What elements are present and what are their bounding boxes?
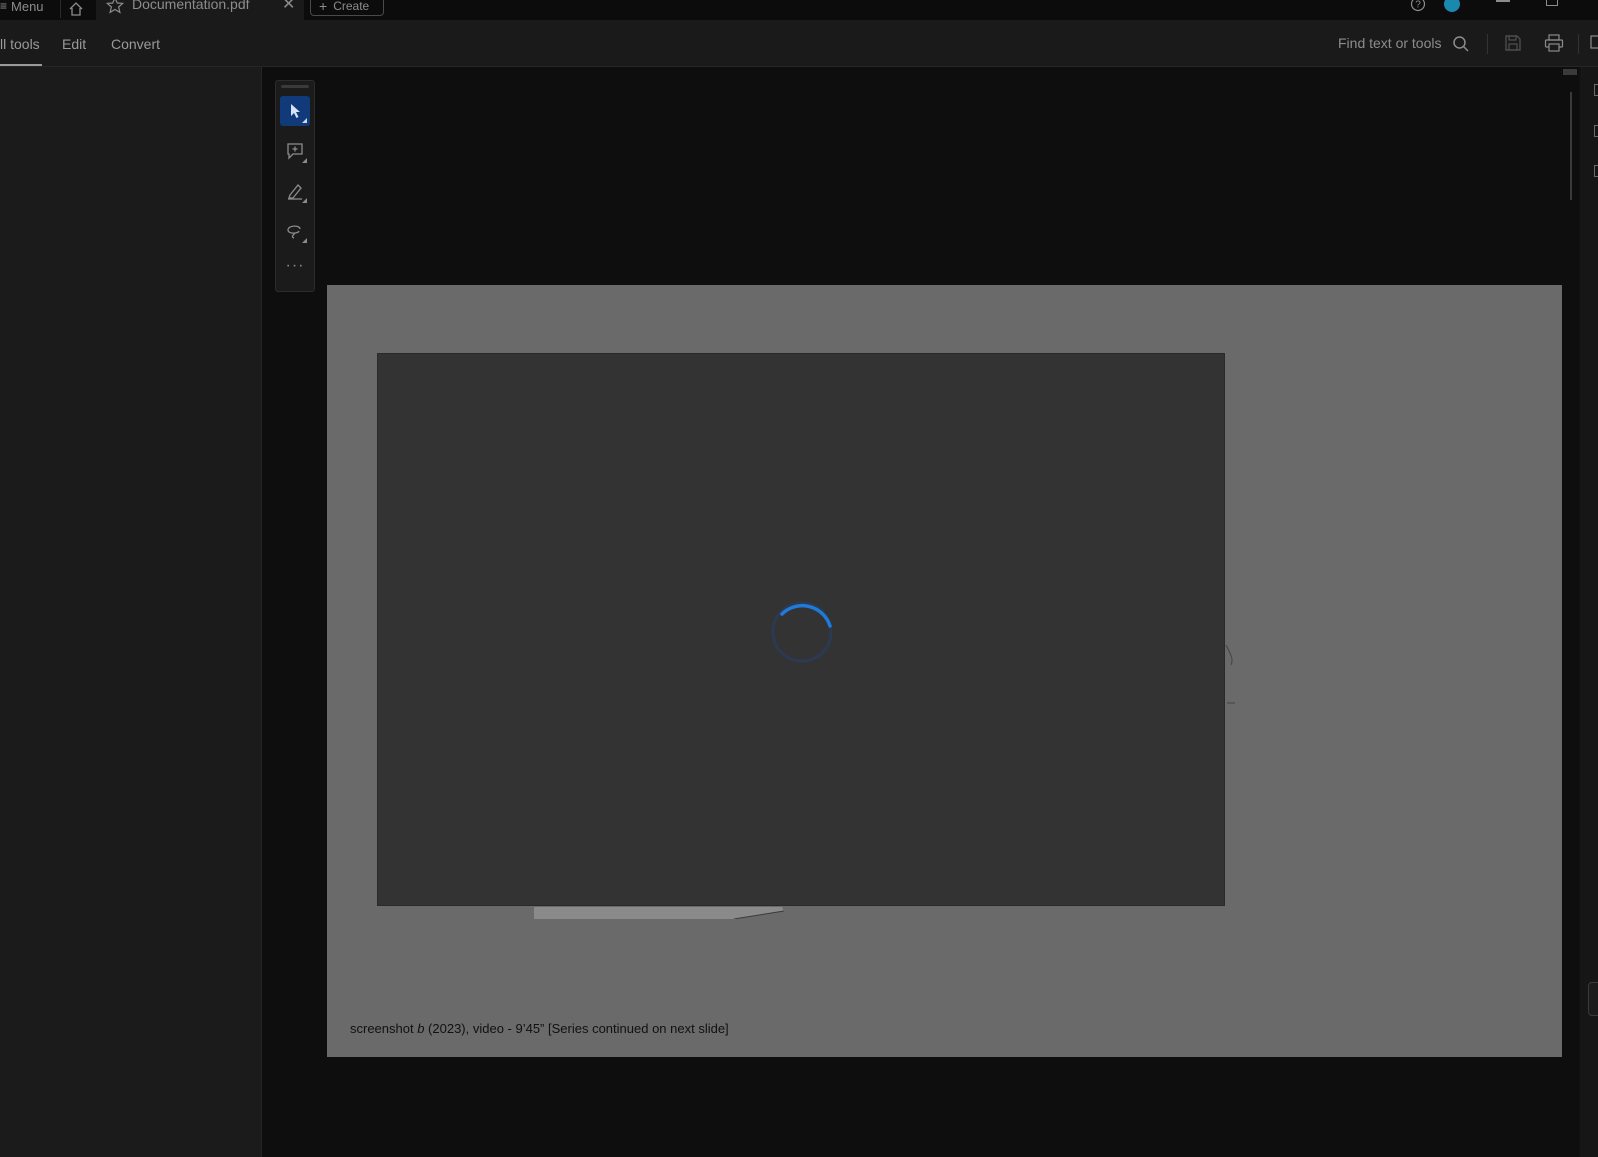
maximize-icon[interactable] bbox=[1546, 0, 1558, 6]
svg-text:?: ? bbox=[1415, 0, 1421, 11]
create-label: Create bbox=[333, 0, 370, 13]
left-panel bbox=[0, 67, 262, 1157]
quick-tools-rail: ··· bbox=[275, 80, 315, 292]
menu-button[interactable]: ≡ Menu bbox=[0, 0, 44, 16]
search-icon[interactable] bbox=[1452, 35, 1470, 53]
plus-icon: + bbox=[319, 0, 328, 14]
add-comment-tool-button[interactable] bbox=[280, 136, 310, 166]
help-icon[interactable]: ? bbox=[1410, 0, 1426, 12]
home-icon bbox=[69, 2, 83, 16]
more-tools-icon[interactable]: ··· bbox=[280, 257, 310, 275]
tab-documentation[interactable]: Documentation.pdf ✕ bbox=[96, 0, 304, 20]
slide-image-fragment bbox=[534, 907, 785, 919]
active-menu-underline bbox=[0, 64, 42, 66]
menu-item-all-tools[interactable]: ll tools bbox=[0, 36, 40, 52]
star-icon[interactable] bbox=[106, 0, 124, 14]
minimize-icon[interactable] bbox=[1496, 0, 1510, 2]
vertical-scrollbar[interactable] bbox=[1564, 67, 1578, 1157]
select-tool-button[interactable] bbox=[280, 96, 310, 126]
menu-item-convert[interactable]: Convert bbox=[111, 36, 160, 52]
caption-text: screenshot bbox=[350, 1021, 418, 1036]
video-placeholder[interactable] bbox=[377, 353, 1225, 906]
panel-icon[interactable] bbox=[1590, 34, 1598, 50]
pages-panel-icon[interactable] bbox=[1594, 125, 1598, 137]
find-text-or-tools[interactable]: Find text or tools bbox=[1338, 35, 1442, 51]
submenu-indicator bbox=[302, 118, 307, 123]
slide-sketch-fragment bbox=[1225, 645, 1235, 704]
toolbar-divider bbox=[1487, 34, 1488, 54]
menu-item-edit[interactable]: Edit bbox=[62, 36, 86, 52]
avatar[interactable] bbox=[1444, 0, 1460, 12]
toolbar-divider bbox=[1578, 34, 1579, 54]
scrollbar-thumb[interactable] bbox=[1570, 92, 1572, 200]
loading-spinner-icon bbox=[771, 601, 833, 663]
menu-bar: ll tools Edit Convert Find text or tools bbox=[0, 20, 1598, 67]
home-button[interactable] bbox=[64, 0, 88, 18]
bookmarks-panel-icon[interactable] bbox=[1594, 165, 1598, 177]
submenu-indicator bbox=[302, 158, 307, 163]
drag-handle[interactable] bbox=[281, 85, 309, 88]
save-icon[interactable] bbox=[1504, 34, 1522, 52]
submenu-indicator bbox=[302, 198, 307, 203]
close-icon[interactable]: ✕ bbox=[282, 0, 295, 14]
title-bar: ≡ Menu Documentation.pdf ✕ + Create ? bbox=[0, 0, 1598, 20]
lasso-draw-icon bbox=[287, 225, 301, 239]
tab-title: Documentation.pdf bbox=[132, 0, 250, 12]
create-button[interactable]: + Create bbox=[310, 0, 384, 16]
panel-collapse-tab[interactable] bbox=[1588, 982, 1598, 1016]
cursor-arrow-icon bbox=[291, 104, 300, 118]
highlight-tool-button[interactable] bbox=[280, 176, 310, 206]
submenu-indicator bbox=[302, 238, 307, 243]
slide-caption: screenshot b (2023), video - 9’45” [Seri… bbox=[350, 1021, 729, 1036]
print-icon[interactable] bbox=[1544, 34, 1564, 52]
hamburger-icon: ≡ bbox=[0, 0, 8, 13]
caption-text: (2023), video - 9’45” [Series continued … bbox=[424, 1021, 729, 1036]
draw-tool-button[interactable] bbox=[280, 216, 310, 246]
scrollbar-top bbox=[1563, 69, 1577, 75]
title-divider bbox=[60, 0, 61, 18]
comment-panel-icon[interactable] bbox=[1594, 84, 1598, 96]
menu-label: Menu bbox=[11, 0, 44, 14]
pdf-page: screenshot b (2023), video - 9’45” [Seri… bbox=[327, 285, 1562, 1057]
